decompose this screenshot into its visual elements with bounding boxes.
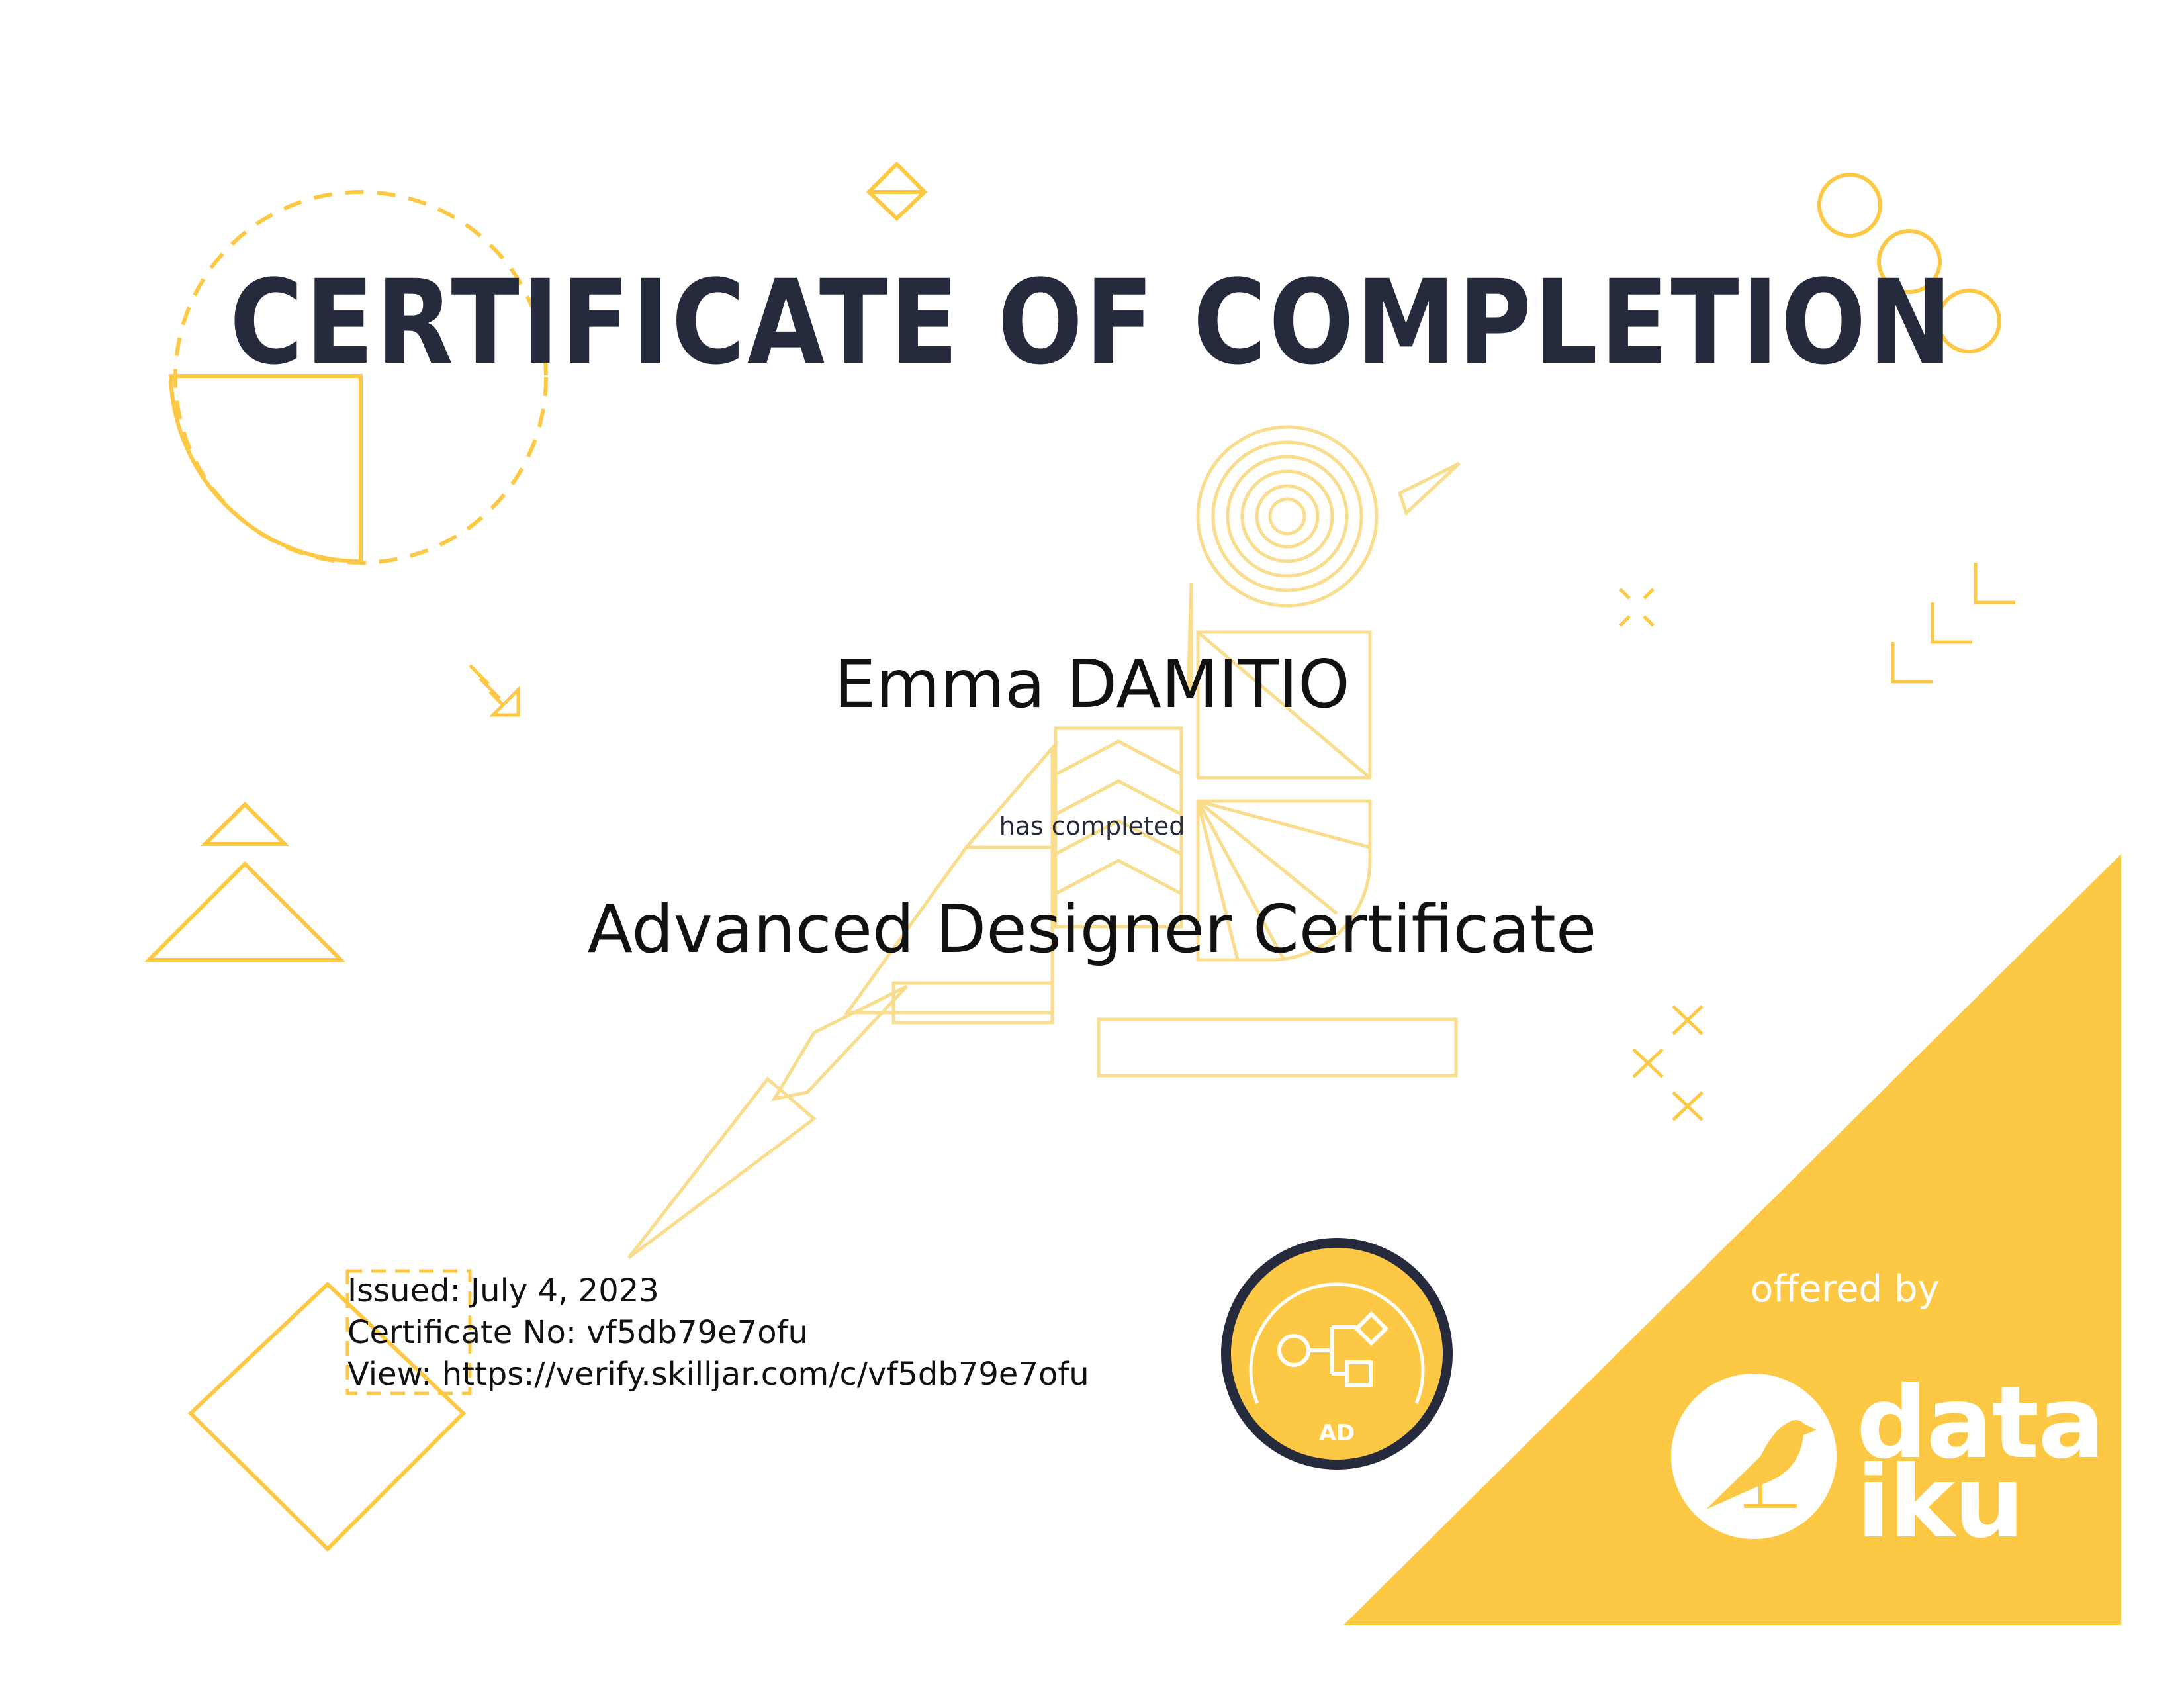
verify-link[interactable]: View: https://verify.skilljar.com/c/vf5d… — [347, 1356, 1089, 1393]
badge-label: AD — [1318, 1420, 1355, 1446]
logo-text-iku: iku — [1856, 1445, 2025, 1560]
offered-by-label: offered by — [1751, 1268, 1940, 1311]
has-completed-label: has completed — [999, 812, 1185, 841]
diamond-decoration — [866, 161, 928, 222]
course-name: Advanced Designer Certificate — [587, 890, 1597, 968]
bird-watermark — [627, 425, 1461, 1259]
certificate-number: Certificate No: vf5db79e7ofu — [347, 1314, 808, 1351]
issued-date: Issued: July 4, 2023 — [347, 1272, 659, 1309]
certificate-title: CERTIFICATE OF COMPLETION — [229, 255, 1955, 391]
dataiku-logo — [1671, 1374, 1837, 1539]
recipient-name: Emma DAMITIO — [834, 645, 1350, 723]
bottom-diamond-decoration — [187, 1269, 472, 1552]
